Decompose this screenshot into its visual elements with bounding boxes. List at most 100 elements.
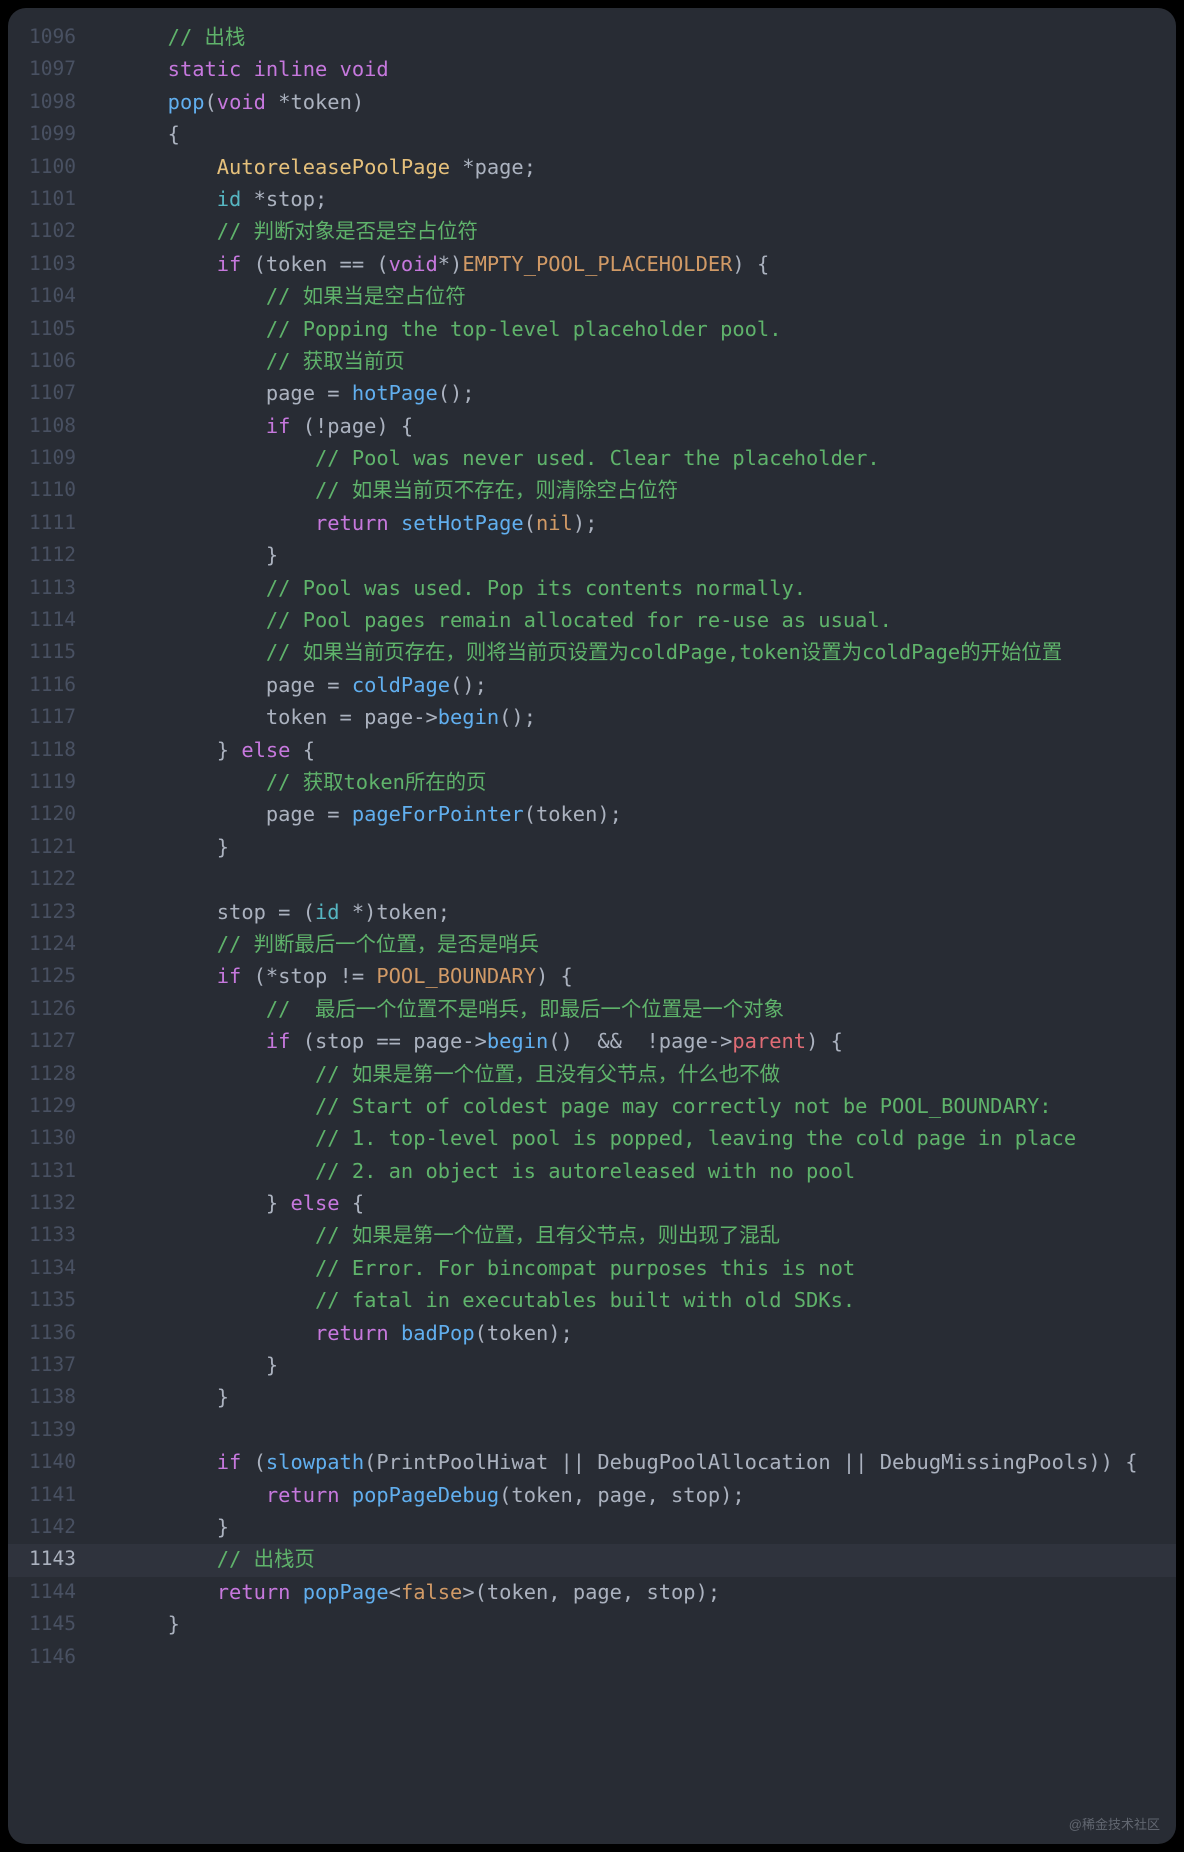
line-number: 1118 (8, 735, 94, 760)
code-line[interactable]: 1118 } else { (8, 735, 1176, 767)
code-line[interactable]: 1131 // 2. an object is autoreleased wit… (8, 1156, 1176, 1188)
code-content: return popPageDebug(token, page, stop); (94, 1480, 1176, 1510)
code-content: // 判断最后一个位置，是否是哨兵 (94, 929, 1176, 959)
code-line[interactable]: 1132 } else { (8, 1188, 1176, 1220)
code-line[interactable]: 1099 { (8, 119, 1176, 151)
code-line[interactable]: 1111 return setHotPage(nil); (8, 508, 1176, 540)
code-content (94, 864, 1176, 894)
line-number: 1146 (8, 1642, 94, 1667)
line-number: 1124 (8, 929, 94, 954)
line-number: 1096 (8, 22, 94, 47)
line-number: 1117 (8, 702, 94, 727)
code-line[interactable]: 1125 if (*stop != POOL_BOUNDARY) { (8, 961, 1176, 993)
code-line[interactable]: 1144 return popPage<false>(token, page, … (8, 1577, 1176, 1609)
code-line[interactable]: 1135 // fatal in executables built with … (8, 1285, 1176, 1317)
code-line[interactable]: 1112 } (8, 540, 1176, 572)
code-line[interactable]: 1145 } (8, 1609, 1176, 1641)
code-line[interactable]: 1133 // 如果是第一个位置，且有父节点，则出现了混乱 (8, 1220, 1176, 1252)
code-line[interactable]: 1113 // Pool was used. Pop its contents … (8, 573, 1176, 605)
code-line[interactable]: 1138 } (8, 1382, 1176, 1414)
code-line[interactable]: 1141 return popPageDebug(token, page, st… (8, 1480, 1176, 1512)
line-number: 1104 (8, 281, 94, 306)
code-content: // Error. For bincompat purposes this is… (94, 1253, 1176, 1283)
code-content: // 如果当前页不存在，则清除空占位符 (94, 475, 1176, 505)
code-line[interactable]: 1107 page = hotPage(); (8, 378, 1176, 410)
code-content: } (94, 540, 1176, 570)
code-content: if (stop == page->begin() && !page->pare… (94, 1026, 1176, 1056)
code-line[interactable]: 1105 // Popping the top-level placeholde… (8, 314, 1176, 346)
code-content: return setHotPage(nil); (94, 508, 1176, 538)
code-line[interactable]: 1127 if (stop == page->begin() && !page-… (8, 1026, 1176, 1058)
code-line[interactable]: 1104 // 如果当是空占位符 (8, 281, 1176, 313)
code-content: page = hotPage(); (94, 378, 1176, 408)
code-line[interactable]: 1139 (8, 1415, 1176, 1447)
code-line[interactable]: 1098 pop(void *token) (8, 87, 1176, 119)
line-number: 1114 (8, 605, 94, 630)
code-line[interactable]: 1122 (8, 864, 1176, 896)
code-line[interactable]: 1097 static inline void (8, 54, 1176, 86)
code-line[interactable]: 1102 // 判断对象是否是空占位符 (8, 216, 1176, 248)
code-line[interactable]: 1134 // Error. For bincompat purposes th… (8, 1253, 1176, 1285)
code-line[interactable]: 1100 AutoreleasePoolPage *page; (8, 152, 1176, 184)
line-number: 1099 (8, 119, 94, 144)
code-line[interactable]: 1123 stop = (id *)token; (8, 897, 1176, 929)
code-line[interactable]: 1103 if (token == (void*)EMPTY_POOL_PLAC… (8, 249, 1176, 281)
code-line[interactable]: 1116 page = coldPage(); (8, 670, 1176, 702)
code-line[interactable]: 1117 token = page->begin(); (8, 702, 1176, 734)
code-content: // Start of coldest page may correctly n… (94, 1091, 1176, 1121)
code-line[interactable]: 1129 // Start of coldest page may correc… (8, 1091, 1176, 1123)
code-content: // 获取token所在的页 (94, 767, 1176, 797)
code-content: // 如果是第一个位置，且有父节点，则出现了混乱 (94, 1220, 1176, 1250)
code-content: // 如果当前页存在，则将当前页设置为coldPage,token设置为cold… (94, 637, 1176, 667)
editor-frame: 1096 // 出栈1097 static inline void1098 po… (8, 8, 1176, 1844)
code-line[interactable]: 1115 // 如果当前页存在，则将当前页设置为coldPage,token设置… (8, 637, 1176, 669)
line-number: 1102 (8, 216, 94, 241)
code-line[interactable]: 1120 page = pageForPointer(token); (8, 799, 1176, 831)
code-line[interactable]: 1106 // 获取当前页 (8, 346, 1176, 378)
code-line[interactable]: 1140 if (slowpath(PrintPoolHiwat || Debu… (8, 1447, 1176, 1479)
code-line[interactable]: 1096 // 出栈 (8, 22, 1176, 54)
code-content: page = coldPage(); (94, 670, 1176, 700)
line-number: 1126 (8, 994, 94, 1019)
code-line[interactable]: 1146 (8, 1642, 1176, 1674)
line-number: 1139 (8, 1415, 94, 1440)
code-content: // 出栈 (94, 22, 1176, 52)
code-line[interactable]: 1109 // Pool was never used. Clear the p… (8, 443, 1176, 475)
code-line[interactable]: 1137 } (8, 1350, 1176, 1382)
code-line[interactable]: 1142 } (8, 1512, 1176, 1544)
line-number: 1110 (8, 475, 94, 500)
line-number: 1141 (8, 1480, 94, 1505)
line-number: 1145 (8, 1609, 94, 1634)
line-number: 1109 (8, 443, 94, 468)
code-line[interactable]: 1130 // 1. top-level pool is popped, lea… (8, 1123, 1176, 1155)
line-number: 1115 (8, 637, 94, 662)
code-line[interactable]: 1136 return badPop(token); (8, 1318, 1176, 1350)
line-number: 1097 (8, 54, 94, 79)
code-content: // Pool was used. Pop its contents norma… (94, 573, 1176, 603)
code-content: // 如果当是空占位符 (94, 281, 1176, 311)
line-number: 1128 (8, 1059, 94, 1084)
code-line[interactable]: 1121 } (8, 832, 1176, 864)
line-number: 1127 (8, 1026, 94, 1051)
code-line[interactable]: 1101 id *stop; (8, 184, 1176, 216)
line-number: 1130 (8, 1123, 94, 1148)
code-line[interactable]: 1128 // 如果是第一个位置，且没有父节点，什么也不做 (8, 1059, 1176, 1091)
line-number: 1120 (8, 799, 94, 824)
code-content (94, 1642, 1176, 1672)
code-content: // 判断对象是否是空占位符 (94, 216, 1176, 246)
line-number: 1122 (8, 864, 94, 889)
line-number: 1136 (8, 1318, 94, 1343)
code-line[interactable]: 1108 if (!page) { (8, 411, 1176, 443)
code-content: // 1. top-level pool is popped, leaving … (94, 1123, 1176, 1153)
code-editor[interactable]: 1096 // 出栈1097 static inline void1098 po… (8, 8, 1176, 1844)
code-content: id *stop; (94, 184, 1176, 214)
code-line[interactable]: 1119 // 获取token所在的页 (8, 767, 1176, 799)
code-line[interactable]: 1126 // 最后一个位置不是哨兵，即最后一个位置是一个对象 (8, 994, 1176, 1026)
line-number: 1134 (8, 1253, 94, 1278)
code-line[interactable]: 1143 // 出栈页 (8, 1544, 1176, 1576)
code-line[interactable]: 1124 // 判断最后一个位置，是否是哨兵 (8, 929, 1176, 961)
code-content: if (slowpath(PrintPoolHiwat || DebugPool… (94, 1447, 1176, 1477)
code-line[interactable]: 1110 // 如果当前页不存在，则清除空占位符 (8, 475, 1176, 507)
code-content: stop = (id *)token; (94, 897, 1176, 927)
code-line[interactable]: 1114 // Pool pages remain allocated for … (8, 605, 1176, 637)
